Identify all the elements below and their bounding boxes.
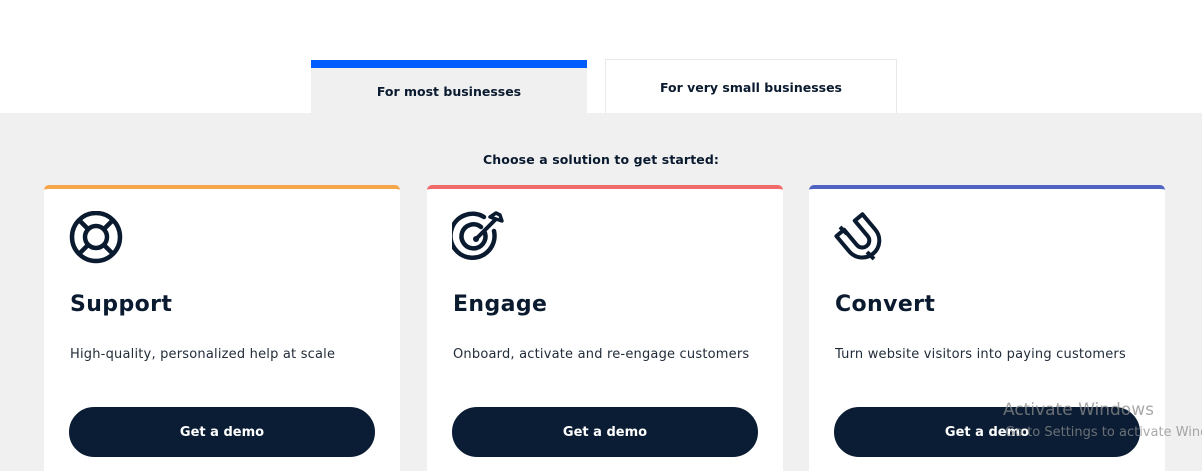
card-title: Support: [70, 292, 173, 317]
tab-most-businesses[interactable]: For most businesses: [311, 60, 587, 113]
support-get-demo-button[interactable]: Get a demo: [69, 407, 375, 457]
target-arrow-icon: [448, 211, 508, 267]
header-area: [0, 0, 1202, 113]
activate-windows-title: Activate Windows: [1003, 400, 1154, 420]
card-description: Onboard, activate and re-engage customer…: [453, 347, 750, 362]
card-title: Convert: [835, 292, 936, 317]
engage-get-demo-button[interactable]: Get a demo: [452, 407, 758, 457]
lifebuoy-icon: [69, 210, 125, 267]
card-description: High-quality, personalized help at scale: [70, 347, 336, 362]
card-title: Engage: [453, 292, 548, 317]
tab-very-small-businesses[interactable]: For very small businesses: [605, 59, 897, 113]
card-description: Turn website visitors into paying custom…: [835, 347, 1126, 362]
activate-windows-subtitle: Go to Settings to activate Windows.: [1005, 425, 1202, 440]
engage-card: Engage Onboard, activate and re-engage c…: [427, 185, 783, 471]
magnet-icon: [834, 211, 890, 267]
section-prompt: Choose a solution to get started:: [483, 152, 719, 167]
support-card: Support High-quality, personalized help …: [44, 185, 400, 471]
